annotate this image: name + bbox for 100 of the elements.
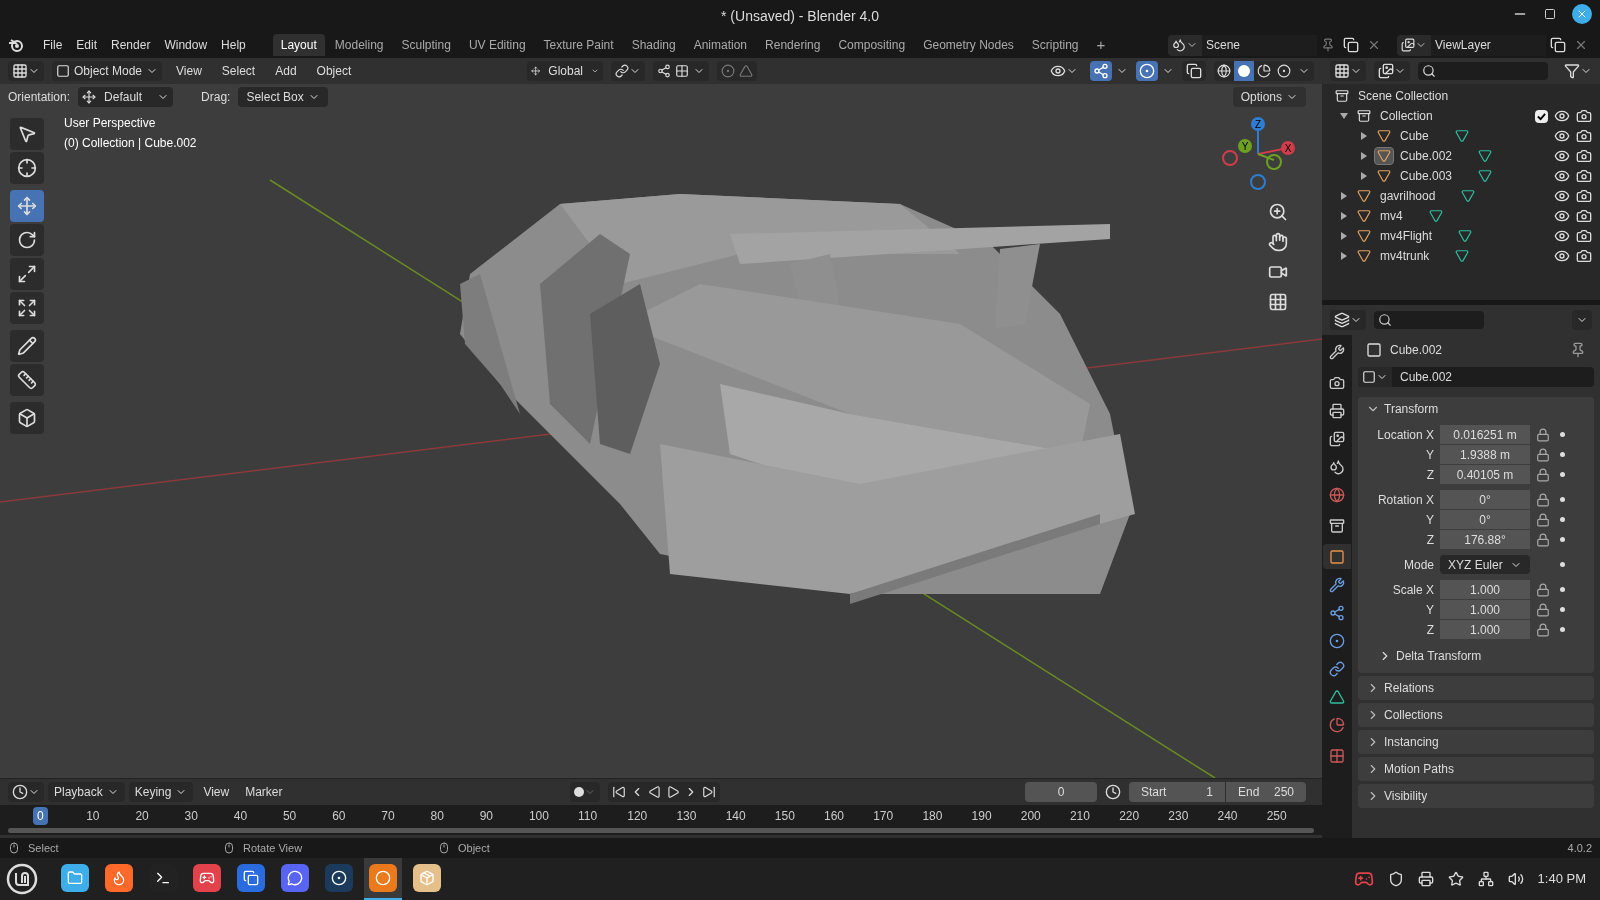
field-label: Z — [1425, 531, 1435, 549]
frame-tick[interactable]: 90 — [475, 807, 498, 825]
timeline-menu[interactable]: Keying — [128, 782, 194, 802]
field-label: Rotation X — [1376, 491, 1435, 509]
frame-tick[interactable]: 210 — [1065, 807, 1094, 825]
collapsed-panel[interactable]: Motion Paths — [1358, 757, 1594, 781]
number-field[interactable]: 1.000 — [1440, 620, 1530, 639]
viewport-menu-item[interactable]: Select — [215, 62, 262, 80]
collapsed-panel[interactable]: Relations — [1358, 676, 1594, 700]
field-label: Y — [1425, 446, 1435, 464]
workspace-tab[interactable]: UV Editing — [460, 34, 534, 56]
outliner-item-name[interactable]: Cube.002 — [1400, 147, 1453, 165]
add-workspace-button[interactable]: + — [1088, 33, 1114, 57]
frame-tick[interactable]: 20 — [131, 807, 153, 825]
timeline-menu[interactable]: View — [197, 782, 236, 802]
frame-tick[interactable]: 190 — [967, 807, 996, 825]
frame-tick[interactable]: 130 — [672, 807, 701, 825]
frame-tick[interactable]: 50 — [278, 807, 301, 825]
frame-tick[interactable]: 240 — [1213, 807, 1242, 825]
number-field[interactable]: 1.000 — [1440, 580, 1530, 599]
outliner-item-name[interactable]: Cube — [1400, 127, 1429, 145]
panel-title[interactable]: Transform — [1384, 400, 1439, 418]
frame-tick[interactable]: 30 — [180, 807, 202, 825]
workspace-tab[interactable]: Animation — [685, 34, 756, 56]
mode-dropdown[interactable]: XYZ Euler — [1440, 555, 1530, 574]
number-field[interactable]: 0.40105 m — [1440, 465, 1530, 484]
frame-tick[interactable]: 10 — [82, 807, 104, 825]
end-frame-field[interactable]: End 250 — [1226, 782, 1306, 802]
timeline-menu[interactable]: Marker — [239, 782, 289, 802]
frame-tick[interactable]: 180 — [918, 807, 947, 825]
axis-gizmo[interactable]: Z Y X — [1218, 114, 1298, 194]
number-field[interactable]: 1.000 — [1440, 600, 1530, 619]
outliner-item-name[interactable]: mv4 — [1380, 207, 1403, 225]
frame-tick[interactable]: 230 — [1164, 807, 1193, 825]
mode-dropdown[interactable]: Object Mode — [52, 61, 163, 81]
number-field[interactable]: 1.9388 m — [1440, 445, 1530, 464]
view-name: User Perspective — [64, 115, 157, 132]
workspace-tab[interactable]: Shading — [623, 34, 684, 56]
orientation-dropdown[interactable]: Global — [527, 61, 603, 81]
number-field[interactable]: 176.88° — [1440, 530, 1530, 549]
object-name-field[interactable]: Cube.002 — [1358, 367, 1594, 387]
frame-tick[interactable]: 120 — [623, 807, 652, 825]
frame-tick[interactable]: 220 — [1115, 807, 1144, 825]
number-field[interactable]: 0.016251 m — [1440, 425, 1530, 444]
number-field[interactable]: 0° — [1440, 490, 1530, 509]
frame-tick[interactable]: 100 — [524, 807, 553, 825]
frame-tick[interactable]: 250 — [1262, 807, 1291, 825]
menu-item[interactable]: Window — [157, 36, 215, 54]
collapsed-panel[interactable]: Visibility — [1358, 784, 1594, 808]
frame-tick[interactable]: 0 — [33, 807, 48, 825]
frame-tick[interactable]: 200 — [1016, 807, 1045, 825]
frame-tick[interactable]: 140 — [721, 807, 750, 825]
number-field[interactable]: 0° — [1440, 510, 1530, 529]
menu-item[interactable]: Help — [214, 36, 253, 54]
scene-field[interactable]: Scene — [1202, 34, 1317, 56]
menu-item[interactable]: Render — [104, 36, 158, 54]
workspace-tab[interactable]: Rendering — [757, 34, 829, 56]
viewport-menu-item[interactable]: Add — [269, 62, 303, 80]
outliner-item-name[interactable]: Cube.003 — [1400, 167, 1453, 185]
workspace-tab[interactable]: Geometry Nodes — [915, 34, 1022, 56]
workspace-tab[interactable]: Compositing — [830, 34, 914, 56]
collapsed-panel[interactable]: Collections — [1358, 703, 1594, 727]
outliner-item-name[interactable]: Scene Collection — [1358, 87, 1449, 105]
frame-tick[interactable]: 150 — [770, 807, 799, 825]
workspace-tab[interactable]: Texture Paint — [535, 34, 622, 56]
field-label: Y — [1425, 601, 1435, 619]
clock-text[interactable]: 1:40 PM — [1537, 869, 1586, 889]
viewport-menu-item[interactable]: Object — [310, 62, 358, 80]
frame-tick[interactable]: 160 — [820, 807, 849, 825]
view-layer-field[interactable]: ViewLayer — [1431, 34, 1546, 56]
field-label: Z — [1425, 621, 1435, 639]
viewport-menu-item[interactable]: View — [170, 62, 208, 80]
outliner-item-name[interactable]: mv4Flight — [1380, 227, 1432, 245]
frame-tick[interactable]: 80 — [426, 807, 448, 825]
frame-tick[interactable]: 60 — [328, 807, 350, 825]
frame-tick[interactable]: 70 — [377, 807, 399, 825]
start-frame-field[interactable]: Start 1 — [1129, 782, 1225, 802]
subpanel-title[interactable]: Delta Transform — [1396, 647, 1482, 665]
workspace-tab[interactable]: Modeling — [326, 34, 392, 56]
drag-dropdown[interactable]: Select Box — [238, 87, 328, 107]
options-dropdown[interactable]: Options — [1232, 87, 1306, 107]
status-hint: Rotate View — [243, 840, 303, 856]
workspace-tab[interactable]: Layout — [272, 34, 325, 56]
outliner-item-name[interactable]: gavrilhood — [1380, 187, 1436, 205]
frame-tick[interactable]: 110 — [574, 807, 602, 825]
frame-tick[interactable]: 170 — [869, 807, 898, 825]
orientation-dropdown[interactable]: Default — [78, 87, 174, 107]
collapsed-panel[interactable]: Instancing — [1358, 730, 1594, 754]
outliner-item-name[interactable]: mv4trunk — [1380, 247, 1430, 265]
field-label: Location X — [1376, 426, 1435, 444]
workspace-tab[interactable]: Scripting — [1023, 34, 1087, 56]
window-title: * (Unsaved) - Blender 4.0 — [721, 7, 879, 24]
menu-item[interactable]: Edit — [69, 36, 105, 54]
current-frame-field[interactable]: 0 — [1025, 782, 1097, 802]
menu-item[interactable]: File — [36, 36, 70, 54]
outliner-item-name[interactable]: Collection — [1380, 107, 1433, 125]
workspace-tab[interactable]: Sculpting — [393, 34, 459, 56]
timeline-menu[interactable]: Playback — [48, 782, 125, 802]
context-text: (0) Collection | Cube.002 — [64, 135, 197, 152]
frame-tick[interactable]: 40 — [229, 807, 252, 825]
